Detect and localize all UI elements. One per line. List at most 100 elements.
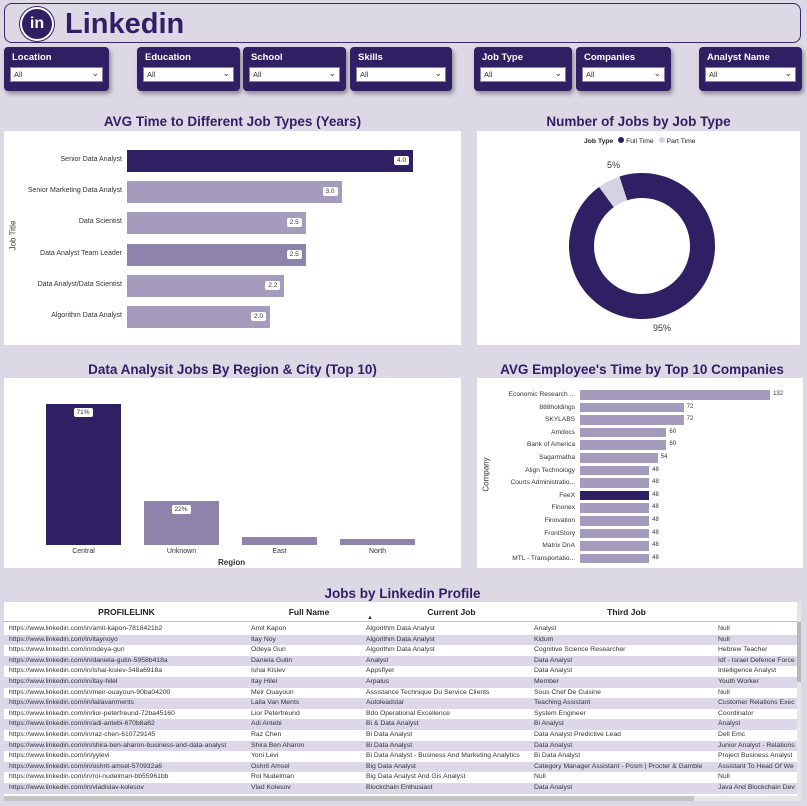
table-row[interactable]: https://www.linkedin.com/in/oshrit-amsel… <box>4 761 797 773</box>
chart-job-types-panel: Job Title Senior Data Analyst 4.0 Senior M… <box>4 131 461 345</box>
bar[interactable] <box>127 150 413 172</box>
column-header-third-job[interactable]: Third Job <box>535 602 718 622</box>
slicer-dropdown[interactable]: All ⌄ <box>10 67 103 82</box>
bar[interactable] <box>580 465 650 476</box>
slicer-job-type[interactable]: Job Type All ⌄ <box>474 47 572 91</box>
category-label: Matrix DnA <box>542 542 575 550</box>
slicer-dropdown[interactable]: All ⌄ <box>356 67 446 82</box>
table-cell: Oshrit Amsel <box>251 762 290 770</box>
table-cell: Amit Kapon <box>251 625 287 632</box>
bar[interactable] <box>127 181 342 204</box>
bar[interactable] <box>580 490 650 501</box>
column-header-current-job[interactable]: Current Job <box>369 602 534 622</box>
table-cell: Bdo Operational Excellence <box>366 709 450 717</box>
table-cell: https://www.linkedin.com/in/meir-ouayoun… <box>9 688 171 696</box>
table-cell: Project Business Analyst <box>718 752 793 760</box>
column-header-next-job[interactable] <box>719 602 797 622</box>
table-cell: Analyst <box>534 625 557 632</box>
table-row[interactable]: https://www.linkedin.com/in/adi-antebi-6… <box>4 719 797 730</box>
table-row[interactable]: https://www.linkedin.com/in/raz-chen-610… <box>4 730 797 741</box>
slicer-dropdown[interactable]: All ⌄ <box>249 67 340 82</box>
table-cell: https://www.linkedin.com/in/yylevi <box>9 752 110 760</box>
bar[interactable] <box>46 404 121 545</box>
bar[interactable] <box>127 243 306 266</box>
bar[interactable] <box>580 541 650 551</box>
sort-ascending-icon[interactable]: ▲ <box>367 615 373 621</box>
table-row[interactable]: https://www.linkedin.com/in/amit-kapon-7… <box>4 624 797 635</box>
bar[interactable] <box>580 478 650 488</box>
table-cell: Hebrew Teacher <box>718 646 768 654</box>
bar[interactable] <box>580 402 684 413</box>
bar[interactable] <box>127 212 306 235</box>
slicer-companies[interactable]: Companies All ⌄ <box>576 47 671 91</box>
table-header: PROFILELINK Full Name Current Job Third … <box>4 602 797 622</box>
category-label: Senior Marketing Data Analyst <box>27 187 122 195</box>
slicer-label: Location <box>12 52 52 63</box>
bar[interactable] <box>580 453 658 463</box>
table-row[interactable]: https://www.linkedin.com/in/yylevi Yoni L… <box>4 751 797 762</box>
table-row[interactable]: https://www.linkedin.com/in/lior-peterfr… <box>4 709 797 720</box>
bar[interactable] <box>340 539 415 545</box>
table-row[interactable]: https://www.linkedin.com/in/vladislav-ko… <box>4 783 797 794</box>
category-label: Bank of America <box>526 441 575 449</box>
table-cell: Big Data Analyst And Gis Analyst <box>366 773 466 781</box>
table-cell: Bi Analyst <box>534 720 564 728</box>
bar[interactable] <box>127 274 285 297</box>
slicer-school[interactable]: School All ⌄ <box>243 47 346 91</box>
vertical-scrollbar[interactable] <box>797 602 801 796</box>
table-row[interactable]: https://www.linkedin.com/in/roi-nudelman… <box>4 772 797 783</box>
bar[interactable] <box>580 427 667 438</box>
table-cell: Analyst <box>366 656 389 664</box>
table-cell: Assistant To Head Of We <box>718 762 794 770</box>
chevron-down-icon: ⌄ <box>91 68 99 78</box>
column-header-full-name[interactable]: Full Name <box>250 602 368 622</box>
donut-slice-full-time[interactable] <box>569 173 715 319</box>
scrollbar-thumb[interactable] <box>797 622 801 682</box>
category-label: Finonex <box>551 504 575 512</box>
chart-jobs-by-type-panel: Job Type Full Time Part Time 95% 5% <box>477 131 800 345</box>
bar[interactable] <box>580 516 650 526</box>
data-label: 3.0 <box>322 187 338 197</box>
table-cell: Yoni Levi <box>251 752 279 760</box>
bar[interactable] <box>580 390 771 400</box>
table-row[interactable]: https://www.linkedin.com/in/odeya-guri Od… <box>4 645 797 656</box>
table-cell: Shira Ben Aharon <box>251 741 305 749</box>
table-title: Jobs by Linkedin Profile <box>324 586 481 601</box>
slicer-analyst-name[interactable]: Analyst Name All ⌄ <box>699 47 802 91</box>
slicer-dropdown[interactable]: All ⌄ <box>705 67 796 82</box>
bar[interactable] <box>580 528 650 539</box>
category-label: Economic Research ... <box>508 391 575 398</box>
category-label: Data Analyst Team Leader <box>40 249 122 257</box>
table-cell: https://www.linkedin.com/in/amit-kapon-7… <box>9 625 163 632</box>
table-row[interactable]: https://www.linkedin.com/in/itay-hilel It… <box>4 677 797 688</box>
table-row[interactable]: https://www.linkedin.com/in/shira-ben-ah… <box>4 740 797 752</box>
slicer-dropdown[interactable]: All ⌄ <box>143 67 234 82</box>
bar[interactable] <box>242 537 317 545</box>
table-cell: Bi Data Analyst <box>366 741 413 749</box>
scrollbar-thumb[interactable] <box>4 796 694 801</box>
table-cell: https://www.linkedin.com/in/itay-hilel <box>9 678 118 685</box>
horizontal-scrollbar[interactable] <box>4 796 801 801</box>
table-cell: https://www.linkedin.com/in/roi-nudelman… <box>9 773 169 781</box>
table-cell: https://www.linkedin.com/in/ishai-kislev… <box>9 667 163 675</box>
table-cell: https://www.linkedin.com/in/odeya-guri <box>9 646 125 654</box>
bar[interactable] <box>580 503 650 513</box>
column-header-profilelink[interactable]: PROFILELINK <box>4 602 249 622</box>
table-row[interactable]: https://www.linkedin.com/in/meir-ouayoun… <box>4 688 797 699</box>
slicer-dropdown[interactable]: All ⌄ <box>480 67 566 82</box>
table-cell: Coordinator <box>718 709 754 717</box>
slicer-dropdown[interactable]: All ⌄ <box>582 67 665 82</box>
bar[interactable] <box>580 553 650 564</box>
slicer-education[interactable]: Education All ⌄ <box>137 47 240 91</box>
bar[interactable] <box>127 306 270 328</box>
table-row[interactable]: https://www.linkedin.com/in/lailavanment… <box>4 698 797 709</box>
chevron-down-icon: ⌄ <box>653 68 661 78</box>
slicer-skills[interactable]: Skills All ⌄ <box>350 47 452 91</box>
table-row[interactable]: https://www.linkedin.com/in/daniela-guti… <box>4 655 797 667</box>
slicer-location[interactable]: Location All ⌄ <box>4 47 109 91</box>
table-row[interactable]: https://www.linkedin.com/in/ishai-kislev… <box>4 666 797 677</box>
table-row[interactable]: https://www.linkedin.com/in/itaynoyo Itay… <box>4 634 797 646</box>
bar[interactable] <box>580 415 684 425</box>
table-cell: Arpalus <box>366 678 390 685</box>
bar[interactable] <box>580 440 667 450</box>
